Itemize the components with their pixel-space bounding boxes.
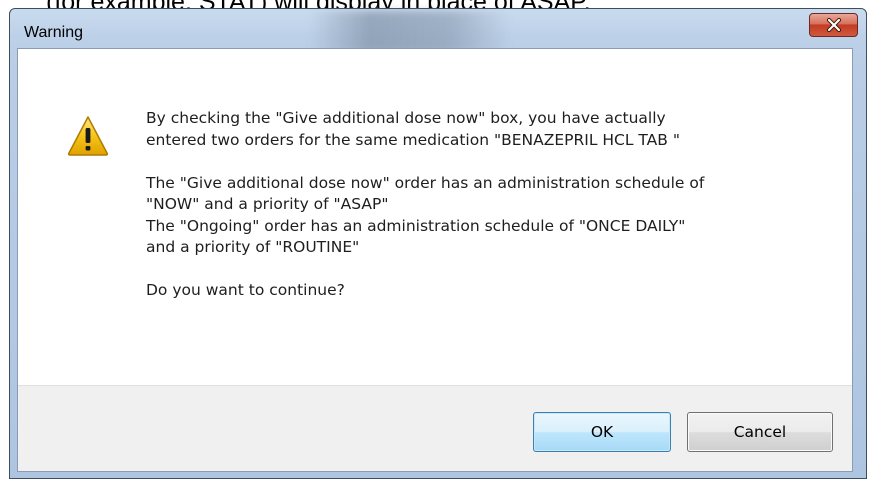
button-bar: OK Cancel bbox=[18, 385, 852, 471]
dialog-title: Warning bbox=[24, 24, 83, 41]
close-icon bbox=[826, 18, 841, 32]
ok-button[interactable]: OK bbox=[533, 412, 671, 452]
cancel-button[interactable]: Cancel bbox=[687, 412, 833, 452]
screen: (for example, STAT) will display in plac… bbox=[0, 0, 869, 481]
warning-message: By checking the "Give additional dose no… bbox=[146, 108, 836, 302]
message-line: and a priority of "ROUTINE" bbox=[146, 238, 360, 256]
titlebar-shadow bbox=[310, 11, 510, 53]
message-line: The "Ongoing" order has an administratio… bbox=[146, 216, 686, 235]
message-line: "NOW" and a priority of "ASAP" bbox=[146, 195, 389, 213]
message-line: The "Give additional dose now" order has… bbox=[146, 173, 705, 192]
message-line: entered two orders for the same medicati… bbox=[146, 130, 680, 149]
warning-icon bbox=[67, 116, 109, 156]
close-button[interactable] bbox=[809, 13, 858, 37]
dialog-body: By checking the "Give additional dose no… bbox=[17, 48, 853, 472]
message-line: By checking the "Give additional dose no… bbox=[146, 109, 666, 127]
warning-dialog: Warning By checking the "Give additional… bbox=[9, 8, 867, 479]
continue-question: Do you want to continue? bbox=[146, 281, 345, 299]
